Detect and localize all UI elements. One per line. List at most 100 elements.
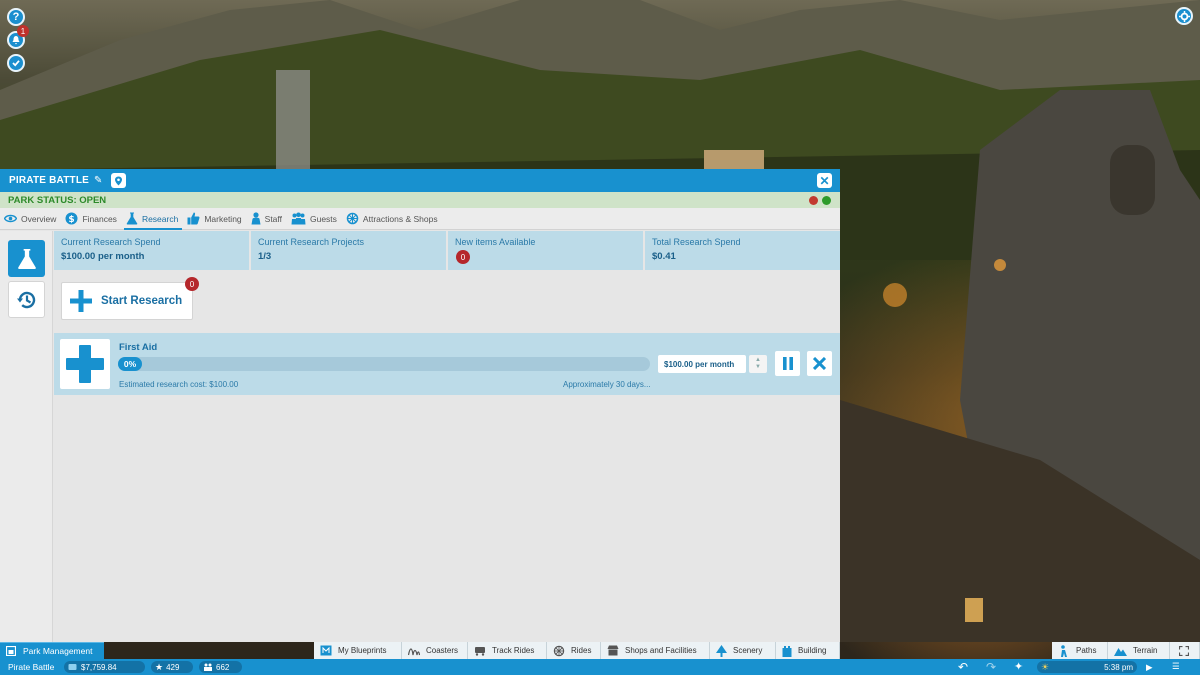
tab-overview[interactable]: Overview <box>4 208 56 230</box>
current-research-projects-stat: Current Research Projects 1/3 <box>251 231 448 270</box>
speed-menu-icon[interactable]: ☰ <box>1172 661 1180 672</box>
close-icon: ✕ <box>819 173 830 188</box>
stat-value: $0.41 <box>652 251 676 262</box>
tab-staff[interactable]: Staff <box>251 208 282 230</box>
toolbar-building[interactable]: Building <box>776 642 840 659</box>
money-display[interactable]: $7,759.84 <box>64 661 145 673</box>
panel-header: PIRATE BATTLE ✎ ✕ <box>0 169 840 192</box>
pause-research-button[interactable] <box>775 351 800 376</box>
toolbar-terrain[interactable]: Terrain <box>1108 642 1170 659</box>
close-panel-button[interactable]: ✕ <box>817 173 832 188</box>
track-ride-icon <box>475 647 485 656</box>
terrain-icon <box>1114 647 1127 656</box>
toolbar-label: Shops and Facilities <box>625 646 697 655</box>
staff-icon <box>251 212 261 225</box>
stat-label: New items Available <box>455 237 536 247</box>
tab-finances[interactable]: $ Finances <box>65 208 117 230</box>
panel-tabs: Overview $ Finances Research Marketing S… <box>0 208 840 230</box>
research-main-area: Current Research Spend $100.00 per month… <box>54 231 840 642</box>
stat-label: Total Research Spend <box>652 237 741 247</box>
cancel-research-button[interactable] <box>807 351 832 376</box>
spend-stepper[interactable]: ▲ ▼ <box>749 355 767 373</box>
stat-label: Current Research Spend <box>61 237 161 247</box>
flask-icon <box>17 248 36 269</box>
tab-research[interactable]: Research <box>123 208 183 230</box>
toolbar-coasters[interactable]: Coasters <box>402 642 468 659</box>
ferris-wheel-icon <box>346 212 359 225</box>
new-items-available-stat: New items Available 0 <box>448 231 645 270</box>
camera-sparkle-icon[interactable]: ✦ <box>1014 660 1023 673</box>
toolbar-label: Paths <box>1076 646 1097 655</box>
time-display[interactable]: ☀ 5:38 pm <box>1037 661 1137 673</box>
toolbar-label: Track Rides <box>492 646 535 655</box>
plus-icon <box>70 290 92 312</box>
park-status-bar: PARK STATUS: OPEN <box>0 192 840 208</box>
toolbar-scenery[interactable]: Scenery <box>710 642 776 659</box>
thumbs-up-icon <box>187 212 200 225</box>
map-pin-icon <box>115 176 123 185</box>
toolbar-track-rides[interactable]: Track Rides <box>468 642 547 659</box>
stat-label: Current Research Projects <box>258 237 365 247</box>
redo-icon[interactable]: ↷ <box>986 660 996 674</box>
first-aid-cross-icon <box>66 345 104 383</box>
research-progress-bar: 0% <box>118 357 650 371</box>
eye-icon <box>4 214 17 223</box>
tab-attractions-shops[interactable]: Attractions & Shops <box>346 208 438 230</box>
research-project-row: First Aid 0% Estimated research cost: $1… <box>54 333 840 395</box>
toolbar-rides[interactable]: Rides <box>547 642 601 659</box>
guest-count-value: 662 <box>216 662 230 672</box>
flask-icon <box>126 212 138 225</box>
pause-icon <box>782 357 793 370</box>
tab-attractions-shops-label: Attractions & Shops <box>362 213 438 224</box>
bell-icon <box>12 36 20 45</box>
open-park-toggle[interactable] <box>822 196 831 205</box>
pencil-icon[interactable]: ✎ <box>94 175 102 186</box>
building-icon <box>782 645 792 657</box>
expand-icon <box>1179 645 1189 656</box>
tab-overview-label: Overview <box>21 213 57 224</box>
start-research-badge: 0 <box>185 277 199 291</box>
settings-button[interactable] <box>1175 7 1193 25</box>
research-history-button[interactable] <box>8 281 45 318</box>
chevron-up-icon[interactable]: ▲ <box>755 357 761 364</box>
tab-marketing[interactable]: Marketing <box>187 208 242 230</box>
stat-value: $100.00 per month <box>61 251 145 262</box>
tab-staff-label: Staff <box>264 213 282 224</box>
research-sidebar <box>0 231 53 642</box>
dollar-icon: $ <box>65 212 78 225</box>
chevron-down-icon[interactable]: ▼ <box>755 364 761 371</box>
start-research-label: Start Research <box>101 295 183 307</box>
research-view-button[interactable] <box>8 240 45 277</box>
park-name-title: PIRATE BATTLE <box>9 175 90 186</box>
tab-guests[interactable]: Guests <box>291 208 337 230</box>
toolbar-paths[interactable]: Paths <box>1052 642 1108 659</box>
play-speed-icon[interactable]: ▶ <box>1146 662 1153 673</box>
new-items-badge: 0 <box>456 250 470 264</box>
tree-icon <box>716 644 727 657</box>
park-status-text: PARK STATUS: OPEN <box>8 194 107 206</box>
total-research-spend-stat: Total Research Spend $0.41 <box>645 231 840 270</box>
help-button[interactable]: ? <box>7 8 25 26</box>
guests-icon <box>291 212 306 225</box>
tab-guests-label: Guests <box>309 213 337 224</box>
start-research-button[interactable]: Start Research 0 <box>61 277 199 320</box>
locate-park-button[interactable] <box>111 173 127 188</box>
close-park-toggle[interactable] <box>809 196 818 205</box>
tab-finances-label: Finances <box>82 213 117 224</box>
toolbar-expand-button[interactable] <box>1170 642 1200 659</box>
guest-count-display[interactable]: 662 <box>199 661 242 673</box>
blueprint-icon <box>320 645 332 656</box>
estimated-cost-text: Estimated research cost: $100.00 <box>119 380 239 389</box>
monthly-spend-field[interactable]: $100.00 per month <box>658 355 746 373</box>
toolbar-label: Building <box>798 646 827 655</box>
toolbar-my-blueprints[interactable]: My Blueprints <box>314 642 402 659</box>
park-rating-display[interactable]: ★ 429 <box>151 661 193 673</box>
toolbar-label: Rides <box>571 646 592 655</box>
undo-icon[interactable]: ↶ <box>958 660 968 674</box>
build-toolbar: My Blueprints Coasters Track Rides Rides… <box>0 642 1200 659</box>
svg-text:$: $ <box>69 215 75 225</box>
toolbar-shops-facilities[interactable]: Shops and Facilities <box>601 642 710 659</box>
toolbar-label: Coasters <box>426 646 459 655</box>
objectives-button[interactable] <box>7 54 25 72</box>
research-progress-fill: 0% <box>118 357 142 371</box>
